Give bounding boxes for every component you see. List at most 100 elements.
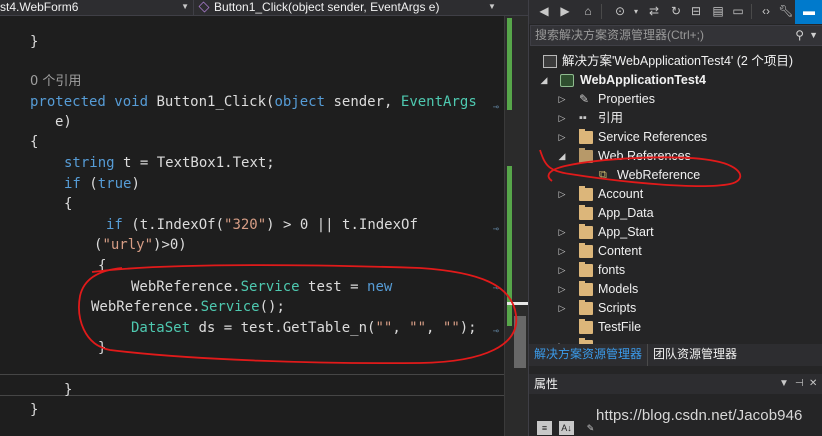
sync-icon[interactable]: ⇄ (645, 3, 663, 20)
quick-action-icon[interactable]: ⊸ (493, 224, 499, 235)
code-line: if (t.IndexOf("320") > 0 || t.IndexOf (106, 217, 418, 233)
collapsed-arrow-icon[interactable]: ▷ (557, 299, 567, 318)
collapsed-arrow-icon[interactable]: ▷ (557, 337, 567, 344)
code-line: DataSet ds = test.GetTable_n("", "", "")… (131, 320, 477, 336)
tree-item-properties[interactable]: ▷ ✎ Properties (529, 90, 822, 109)
search-input[interactable]: 搜索解决方案资源管理器(Ctrl+;) ⚲ ▼ (530, 25, 822, 46)
preview-icon[interactable]: ▭ (729, 3, 747, 20)
method-dropdown[interactable]: Button1_Click(object sender, EventArgs e… (198, 0, 498, 15)
collapsed-arrow-icon[interactable]: ▷ (557, 280, 567, 299)
code-area[interactable]: } 0 个引用 protected void Button1_Click(obj… (0, 16, 504, 436)
quick-action-icon[interactable]: ⊸ (493, 283, 499, 294)
tree-item-label: Scripts (598, 301, 637, 315)
collapse-all-icon[interactable]: ⊟ (687, 3, 705, 20)
chevron-down-icon[interactable]: ▼ (809, 26, 818, 45)
tree-item-label: 解决方案'WebApplicationTest4' (2 个项目) (562, 54, 794, 68)
folder-icon (579, 205, 593, 220)
folder-icon (579, 224, 593, 239)
tree-item-label: Web References (598, 149, 691, 163)
tree-item-app-start[interactable]: ▷ App_Start (529, 223, 822, 242)
collapsed-arrow-icon[interactable]: ▷ (557, 90, 567, 109)
web-reference-icon: ⧉ (599, 169, 607, 181)
categorized-icon[interactable]: ≡ (537, 421, 552, 435)
collapsed-arrow-icon[interactable]: ▷ (557, 261, 567, 280)
tree-item-project[interactable]: ◢ WebApplicationTest4 (529, 71, 822, 90)
collapsed-arrow-icon[interactable]: ▷ (557, 242, 567, 261)
class-dropdown[interactable]: st4.WebForm6 ▼ (0, 0, 194, 15)
collapsed-arrow-icon[interactable]: ▷ (557, 109, 567, 128)
refresh-icon[interactable]: ↻ (667, 3, 685, 20)
tree-item-web-references[interactable]: ◢ Web References (529, 147, 822, 166)
folder-icon (579, 262, 593, 277)
tab-solution-explorer[interactable]: 解决方案资源管理器 (529, 344, 647, 366)
properties-panel: 属性 ▼ ⊣ ✕ ≡ A↓ ✎ (529, 370, 822, 436)
solution-explorer-panel: ◀ ▶ ⌂ ⊙ ▾ ⇄ ↻ ⊟ ▤ ▭ ‹› 🔧︎ ▬ 搜索解决方案资源管理器(… (528, 0, 822, 436)
scrollbar-thumb[interactable] (514, 316, 526, 368)
code-line: { (30, 134, 39, 150)
reference-count[interactable]: 0 个引用 (30, 72, 81, 92)
folder-icon (579, 129, 593, 144)
tree-item-label: fonts (598, 263, 626, 277)
quick-action-icon[interactable]: ⊸ (493, 326, 499, 337)
tree-item-account[interactable]: ▷ Account (529, 185, 822, 204)
code-line: if (true) (64, 176, 140, 192)
chevron-down-icon[interactable]: ▼ (779, 374, 789, 394)
show-all-files-icon[interactable]: ▤ (709, 3, 727, 20)
tree-item-fonts[interactable]: ▷ fonts (529, 261, 822, 280)
code-line: e) (55, 114, 72, 130)
tree-item-partial[interactable]: ▷ (529, 337, 822, 344)
solution-tree: 解决方案'WebApplicationTest4' (2 个项目) ◢ WebA… (529, 48, 822, 344)
chevron-down-icon[interactable]: ▼ (488, 0, 496, 14)
tree-item-content[interactable]: ▷ Content (529, 242, 822, 261)
code-line: } (30, 402, 39, 418)
forward-icon[interactable]: ▶ (556, 3, 574, 20)
close-icon[interactable]: ✕ (809, 374, 817, 394)
watermark: https://blog.csdn.net/Jacob946 (596, 407, 803, 424)
editor-vertical-scrollbar[interactable] (504, 16, 528, 436)
code-line: { (64, 196, 73, 212)
collapsed-arrow-icon[interactable]: ▷ (557, 223, 567, 242)
class-dropdown-label: st4.WebForm6 (0, 0, 79, 14)
code-line: string t = TextBox1.Text; (64, 155, 275, 171)
tree-item-solution[interactable]: 解决方案'WebApplicationTest4' (2 个项目) (529, 52, 822, 71)
tree-item-service-references[interactable]: ▷ Service References (529, 128, 822, 147)
code-line: WebReference.Service(); (91, 299, 285, 315)
solution-icon (543, 55, 557, 68)
properties-title-bar: 属性 ▼ ⊣ ✕ (529, 374, 822, 394)
solution-explorer-toolbar: ◀ ▶ ⌂ ⊙ ▾ ⇄ ↻ ⊟ ▤ ▭ ‹› 🔧︎ ▬ (529, 0, 822, 24)
references-icon: ▪▪ (579, 112, 587, 124)
tree-item-label: WebReference (617, 168, 701, 182)
quick-action-icon[interactable]: ⊸ (493, 102, 499, 113)
tree-item-label: 引用 (598, 111, 624, 125)
expanded-arrow-icon[interactable]: ◢ (557, 147, 567, 166)
collapsed-arrow-icon[interactable]: ▷ (557, 128, 567, 147)
code-line: ("urly")>0) (94, 237, 187, 253)
pin-icon[interactable]: ⊣ (795, 374, 804, 394)
home-icon[interactable]: ⌂ (579, 3, 597, 20)
tree-item-web-reference[interactable]: ⧉ WebReference (529, 166, 822, 185)
tree-item-references[interactable]: ▷ ▪▪ 引用 (529, 109, 822, 128)
expanded-arrow-icon[interactable]: ◢ (539, 71, 549, 90)
search-icon[interactable]: ⚲ (795, 26, 804, 45)
tree-item-testfile[interactable]: TestFile (529, 318, 822, 337)
back-icon[interactable]: ◀ (535, 3, 553, 20)
code-editor[interactable]: st4.WebForm6 ▼ Button1_Click(object send… (0, 0, 528, 436)
tree-item-label: Account (598, 187, 644, 201)
change-indicator (507, 18, 512, 110)
tree-item-scripts[interactable]: ▷ Scripts (529, 299, 822, 318)
tree-item-app-data[interactable]: App_Data (529, 204, 822, 223)
collapsed-arrow-icon[interactable]: ▷ (557, 185, 567, 204)
chevron-down-icon[interactable]: ▾ (627, 3, 645, 20)
view-code-icon[interactable]: ‹› (757, 3, 775, 20)
properties-wrench-icon[interactable]: 🔧︎ (777, 3, 795, 20)
tab-team-explorer[interactable]: 团队资源管理器 (647, 344, 742, 366)
folder-icon (579, 186, 593, 201)
editor-navigation-bar: st4.WebForm6 ▼ Button1_Click(object send… (0, 0, 528, 16)
folder-open-icon (579, 148, 593, 163)
web-project-icon (560, 74, 574, 87)
tree-item-models[interactable]: ▷ Models (529, 280, 822, 299)
pin-icon[interactable]: ▬ (795, 0, 822, 24)
chevron-down-icon[interactable]: ▼ (181, 0, 189, 14)
alphabetical-icon[interactable]: A↓ (559, 421, 574, 435)
code-line: } (64, 382, 73, 398)
